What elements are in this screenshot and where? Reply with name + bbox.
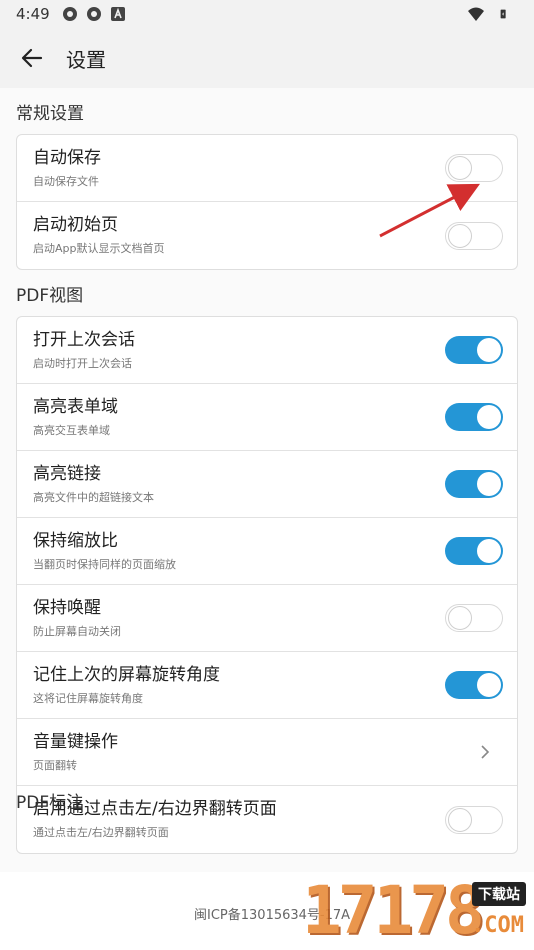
setting-row-keep-zoom[interactable]: 保持缩放比 当翻页时保持同样的页面缩放 <box>17 518 517 585</box>
settings-card-pdf-view: 打开上次会话 启动时打开上次会话 高亮表单域 高亮交互表单域 高亮链接 高亮文件… <box>16 316 518 854</box>
setting-description: 当翻页时保持同样的页面缩放 <box>33 558 176 571</box>
toggle-knob <box>477 673 501 697</box>
remember-rotation-toggle[interactable] <box>445 671 503 699</box>
setting-description: 高亮文件中的超链接文本 <box>33 491 154 504</box>
setting-description: 这将记住屏幕旋转角度 <box>33 692 143 705</box>
setting-description: 页面翻转 <box>33 759 77 772</box>
toggle-knob <box>448 156 472 180</box>
highlight-form-fields-toggle[interactable] <box>445 403 503 431</box>
watermark-tag: 下载站 <box>472 882 526 906</box>
site-watermark: 17178 下载站 .COM <box>302 870 526 944</box>
back-button[interactable] <box>16 42 48 74</box>
setting-description: 防止屏幕自动关闭 <box>33 625 121 638</box>
setting-label: 打开上次会话 <box>33 330 135 350</box>
setting-label: 启动初始页 <box>33 215 118 235</box>
page-title: 设置 <box>66 47 106 72</box>
auto-save-toggle[interactable] <box>445 154 503 182</box>
setting-row-highlight-links[interactable]: 高亮链接 高亮文件中的超链接文本 <box>17 451 517 518</box>
setting-row-open-last-session[interactable]: 打开上次会话 启动时打开上次会话 <box>17 317 517 384</box>
wifi-icon <box>468 7 484 21</box>
toggle-knob <box>477 539 501 563</box>
setting-label: 高亮表单域 <box>33 397 118 417</box>
setting-description: 通过点击左/右边界翻转页面 <box>33 826 169 839</box>
setting-description: 启动App默认显示文档首页 <box>33 242 165 255</box>
highlight-links-toggle[interactable] <box>445 470 503 498</box>
setting-label: 记住上次的屏幕旋转角度 <box>33 665 220 685</box>
setting-label: 启用通过点击左/右边界翻转页面 <box>33 799 277 819</box>
keep-zoom-toggle[interactable] <box>445 537 503 565</box>
keep-awake-toggle[interactable] <box>445 604 503 632</box>
tap-edge-flip-toggle[interactable] <box>445 805 503 834</box>
setting-row-auto-save[interactable]: 自动保存 自动保存文件 <box>17 135 517 202</box>
setting-description: 高亮交互表单域 <box>33 424 110 437</box>
setting-row-highlight-form-fields[interactable]: 高亮表单域 高亮交互表单域 <box>17 384 517 451</box>
open-last-session-toggle[interactable] <box>445 336 503 364</box>
a-notification-icon <box>110 7 125 21</box>
toggle-knob <box>477 405 501 429</box>
settings-card-general: 自动保存 自动保存文件 启动初始页 启动App默认显示文档首页 <box>16 134 518 270</box>
setting-label: 保持唤醒 <box>33 598 101 618</box>
toggle-knob <box>448 807 472 832</box>
app-notification-icon <box>62 7 77 21</box>
toggle-knob <box>477 338 501 362</box>
section-title-pdf-view: PDF视图 <box>16 285 84 306</box>
setting-label: 自动保存 <box>33 148 101 168</box>
arrow-back-icon <box>21 48 43 68</box>
setting-label: 保持缩放比 <box>33 531 118 551</box>
setting-row-remember-rotation[interactable]: 记住上次的屏幕旋转角度 这将记住屏幕旋转角度 <box>17 652 517 719</box>
watermark-digits: 17178 <box>302 872 485 949</box>
battery-icon <box>500 9 506 19</box>
toggle-knob <box>477 472 501 496</box>
setting-description: 启动时打开上次会话 <box>33 357 132 370</box>
watermark-suffix: .COM <box>471 913 524 938</box>
setting-label: 高亮链接 <box>33 464 101 484</box>
status-time: 4:49 <box>16 5 50 23</box>
setting-row-tap-edge-flip[interactable]: 启用通过点击左/右边界翻转页面 通过点击左/右边界翻转页面 <box>17 786 517 853</box>
chevron-right-icon <box>475 742 495 762</box>
toggle-knob <box>448 223 472 248</box>
start-page-toggle[interactable] <box>445 221 503 250</box>
status-right <box>468 6 518 22</box>
section-title-pdf-annotation: PDF标注 <box>16 793 84 813</box>
toggle-knob <box>448 606 472 630</box>
settings-content[interactable]: 常规设置 自动保存 自动保存文件 启动初始页 启动App默认显示文档首页 PDF… <box>0 88 534 950</box>
setting-row-keep-awake[interactable]: 保持唤醒 防止屏幕自动关闭 <box>17 585 517 652</box>
footer: 闽ICP备13015634号-17A 17178 下载站 .COM <box>0 872 534 950</box>
setting-description: 自动保存文件 <box>33 175 99 188</box>
section-title-general: 常规设置 <box>16 103 84 124</box>
setting-label: 音量键操作 <box>33 732 118 752</box>
setting-row-start-page[interactable]: 启动初始页 启动App默认显示文档首页 <box>17 202 517 269</box>
app-notification-icon <box>86 7 101 21</box>
setting-row-volume-key-action[interactable]: 音量键操作 页面翻转 <box>17 719 517 786</box>
app-bar: 设置 <box>0 28 534 88</box>
status-bar: 4:49 <box>0 0 534 28</box>
